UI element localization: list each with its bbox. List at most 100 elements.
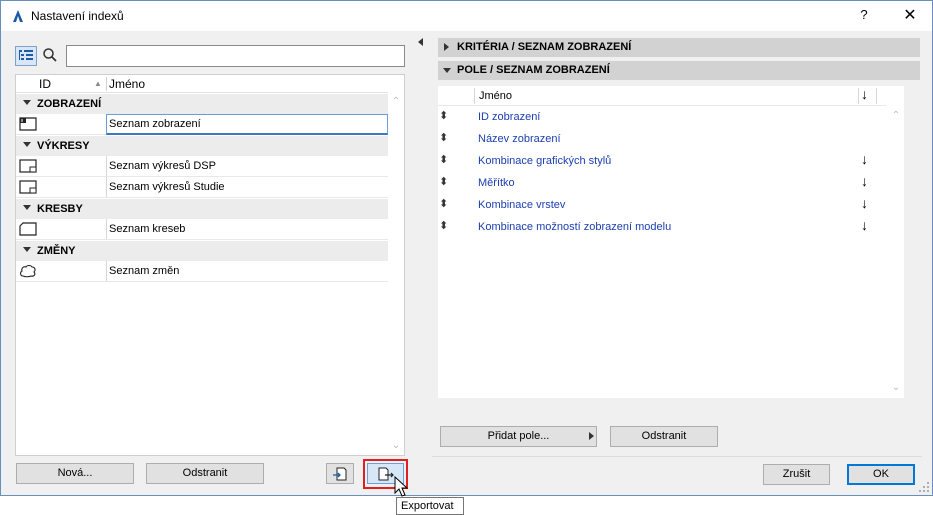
sort-indicator[interactable]: ↓ <box>861 173 868 189</box>
column-divider <box>876 88 877 104</box>
resize-grip-icon[interactable] <box>918 481 930 493</box>
group-vykresy[interactable]: VÝKRESY <box>16 136 388 156</box>
field-row[interactable]: ⬍ Kombinace možností zobrazení modelu ↓ <box>438 216 886 238</box>
field-name: Měřítko <box>478 177 515 189</box>
add-field-button[interactable]: Přidat pole... <box>440 426 597 447</box>
sort-indicator[interactable]: ↓ <box>861 151 868 167</box>
group-kresby[interactable]: KRESBY <box>16 199 388 219</box>
drawing-sheet-icon <box>19 159 37 173</box>
cancel-button[interactable]: Zrušit <box>763 464 830 485</box>
drag-handle-icon[interactable]: ⬍ <box>439 175 448 188</box>
field-name: Kombinace grafických stylů <box>478 155 612 167</box>
archicad-app-icon <box>13 10 23 22</box>
scroll-down-icon[interactable]: ⌄ <box>891 382 901 393</box>
close-button[interactable]: ✕ <box>897 5 923 27</box>
drag-handle-icon[interactable]: ⬍ <box>439 219 448 232</box>
field-list-header: Jméno ↓ <box>438 86 886 106</box>
drawing-sheet-icon <box>19 180 37 194</box>
view-list-icon <box>19 117 37 131</box>
import-icon <box>333 467 347 481</box>
title-bar: Nastavení indexů ? ✕ <box>1 1 932 31</box>
expand-triangle-icon[interactable] <box>444 43 449 51</box>
panel-collapse-arrow-icon[interactable] <box>418 38 423 46</box>
index-settings-dialog: Nastavení indexů ? ✕ ID ▲ Jméno ZOBRAZEN… <box>0 0 933 496</box>
field-list: Jméno ↓ ⬍ ID zobrazení ⬍ Název zobrazení… <box>438 86 904 398</box>
help-button[interactable]: ? <box>854 7 874 25</box>
field-row[interactable]: ⬍ Kombinace grafických stylů ↓ <box>438 150 886 172</box>
delete-index-button[interactable]: Odstranit <box>146 463 264 484</box>
cloud-icon <box>20 264 36 278</box>
field-name: ID zobrazení <box>478 111 541 123</box>
field-name: Kombinace možností zobrazení modelu <box>478 221 672 233</box>
row-name: Seznam změn <box>109 265 180 277</box>
group-zobrazeni[interactable]: ZOBRAZENÍ <box>16 94 388 114</box>
cell-divider <box>106 261 107 281</box>
scroll-down-icon[interactable]: ⌄ <box>391 441 401 451</box>
field-name: Kombinace vrstev <box>478 199 566 211</box>
import-button[interactable] <box>326 463 354 484</box>
drag-handle-icon[interactable]: ⬍ <box>439 153 448 166</box>
footer-divider <box>432 456 922 457</box>
field-row[interactable]: ⬍ Měřítko ↓ <box>438 172 886 194</box>
sort-indicator[interactable]: ↓ <box>861 217 868 233</box>
dropdown-arrow-icon <box>589 432 594 440</box>
row-name: Seznam výkresů Studie <box>109 181 225 193</box>
sort-ascending-icon: ▲ <box>94 79 102 88</box>
collapse-triangle-icon[interactable] <box>443 68 451 73</box>
column-header-name[interactable]: Jméno <box>479 90 512 102</box>
column-header-name[interactable]: Jméno <box>109 77 145 91</box>
group-label: KRESBY <box>37 203 83 215</box>
field-name: Název zobrazení <box>478 133 561 145</box>
add-field-label: Přidat pole... <box>487 430 550 442</box>
section-criteria[interactable]: KRITÉRIA / SEZNAM ZOBRAZENÍ <box>438 38 920 57</box>
list-item[interactable]: Seznam kreseb <box>16 219 388 240</box>
field-row[interactable]: ⬍ ID zobrazení <box>438 106 886 128</box>
field-row[interactable]: ⬍ Kombinace vrstev ↓ <box>438 194 886 216</box>
column-divider <box>106 77 107 91</box>
row-id <box>40 261 106 281</box>
group-zmeny[interactable]: ZMĚNY <box>16 241 388 261</box>
column-header-id[interactable]: ID <box>39 77 51 91</box>
group-label: VÝKRESY <box>37 140 90 152</box>
row-id <box>40 177 106 197</box>
collapse-triangle-icon[interactable] <box>23 142 31 147</box>
tree-list-icon <box>19 50 33 60</box>
scroll-up-icon[interactable]: ⌃ <box>891 110 901 121</box>
collapse-triangle-icon[interactable] <box>23 100 31 105</box>
drag-handle-icon[interactable]: ⬍ <box>439 131 448 144</box>
section-fields[interactable]: POLE / SEZNAM ZOBRAZENÍ <box>438 61 920 80</box>
field-row[interactable]: ⬍ Název zobrazení <box>438 128 886 150</box>
cell-divider <box>106 156 107 176</box>
column-divider <box>474 88 475 104</box>
sketch-icon <box>19 222 37 236</box>
list-header: ID ▲ Jméno <box>16 75 388 93</box>
row-name: Seznam výkresů DSP <box>109 160 216 172</box>
drag-handle-icon[interactable]: ⬍ <box>439 197 448 210</box>
list-item[interactable]: Seznam výkresů DSP <box>16 156 388 177</box>
list-scrollbar[interactable]: ⌃ ⌄ <box>388 93 404 455</box>
remove-field-button[interactable]: Odstranit <box>610 426 718 447</box>
tree-view-toggle-button[interactable] <box>15 46 37 66</box>
search-icon <box>43 48 57 62</box>
list-item[interactable]: Seznam zobrazení <box>16 114 388 135</box>
scroll-up-icon[interactable]: ⌃ <box>391 97 401 107</box>
list-item[interactable]: Seznam změn <box>16 261 388 282</box>
field-list-scrollbar[interactable]: ⌃ ⌄ <box>888 106 904 396</box>
ok-button[interactable]: OK <box>847 464 915 485</box>
cell-divider <box>106 219 107 239</box>
group-label: ZMĚNY <box>37 245 76 257</box>
collapse-triangle-icon[interactable] <box>23 205 31 210</box>
sort-indicator[interactable]: ↓ <box>861 195 868 211</box>
search-input[interactable] <box>66 45 405 67</box>
new-button[interactable]: Nová... <box>16 463 134 484</box>
group-label: ZOBRAZENÍ <box>37 98 102 110</box>
sort-column-header[interactable]: ↓ <box>861 86 868 102</box>
drag-handle-icon[interactable]: ⬍ <box>439 109 448 122</box>
row-name: Seznam zobrazení <box>109 118 201 130</box>
list-item[interactable]: Seznam výkresů Studie <box>16 177 388 198</box>
section-label: POLE / SEZNAM ZOBRAZENÍ <box>457 64 610 76</box>
collapse-triangle-icon[interactable] <box>23 247 31 252</box>
row-id <box>40 114 106 134</box>
column-divider <box>858 88 859 104</box>
row-name: Seznam kreseb <box>109 223 186 235</box>
